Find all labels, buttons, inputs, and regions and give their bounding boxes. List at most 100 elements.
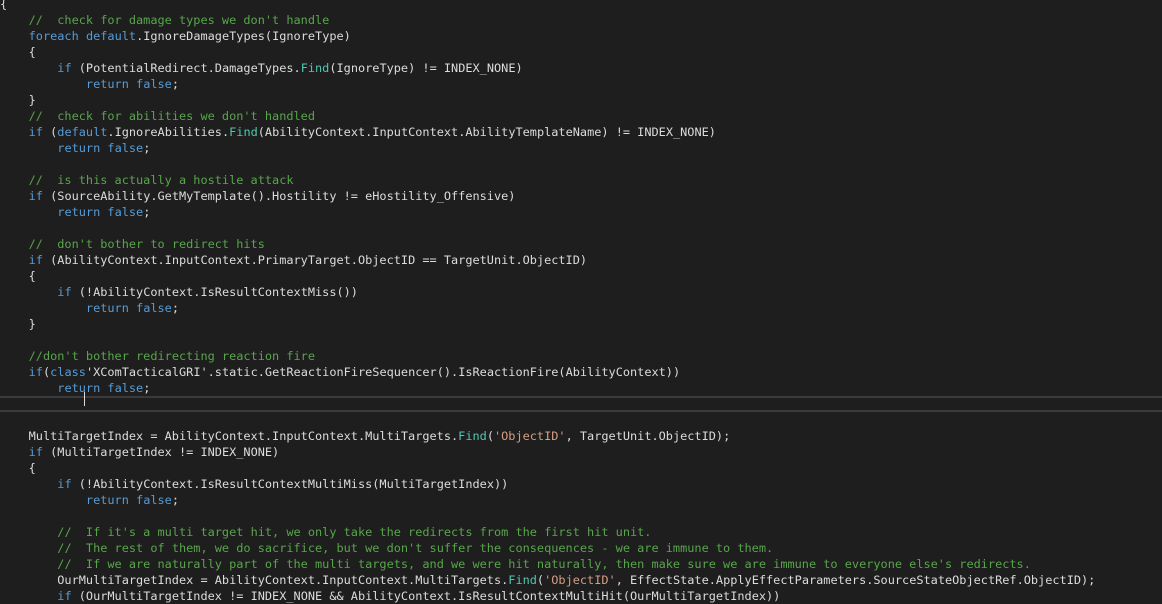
code-token: return <box>85 301 129 315</box>
code-line[interactable]: } <box>0 316 1162 332</box>
code-token: false <box>107 205 144 219</box>
code-token: { <box>0 461 36 475</box>
code-line[interactable]: // check for damage types we don't handl… <box>0 12 1162 28</box>
code-token: (SourceAbility.GetMyTemplate().Hostility… <box>42 189 516 203</box>
code-line[interactable] <box>0 220 1162 236</box>
code-token: (!AbilityContext.IsResultContextMiss()) <box>71 285 358 299</box>
code-line[interactable]: // don't bother to redirect hits <box>0 236 1162 252</box>
code-line[interactable]: OurMultiTargetIndex = AbilityContext.Inp… <box>0 572 1162 588</box>
code-token: if <box>28 365 43 379</box>
code-token: ( <box>42 125 58 139</box>
code-line[interactable]: return false; <box>0 492 1162 508</box>
code-line[interactable]: return false; <box>0 300 1162 316</box>
code-token: ; <box>143 381 151 395</box>
code-token: if <box>28 189 43 203</box>
code-line[interactable]: if(class'XComTacticalGRI'.static.GetReac… <box>0 364 1162 380</box>
text-caret <box>84 392 85 406</box>
code-line[interactable]: return false; <box>0 76 1162 92</box>
code-line[interactable]: return false; <box>0 204 1162 220</box>
code-token: } <box>0 317 36 331</box>
code-line[interactable]: // check for abilities we don't handled <box>0 108 1162 124</box>
code-token: ; <box>171 493 179 507</box>
code-token: if <box>57 285 72 299</box>
code-line[interactable] <box>0 332 1162 348</box>
code-token: return <box>57 381 101 395</box>
code-token: 'ObjectID' <box>493 429 566 443</box>
code-token: // If we are naturally part of the multi… <box>57 557 1031 571</box>
code-token: if <box>57 61 72 75</box>
code-token: .IgnoreAbilities. <box>107 125 230 139</box>
code-token: { <box>0 0 8 11</box>
code-token: false <box>136 301 172 315</box>
code-token: 'XComTacticalGRI' <box>85 365 208 379</box>
code-line[interactable]: if (default.IgnoreAbilities.Find(Ability… <box>0 124 1162 140</box>
code-token: // check for abilities we don't handled <box>28 109 315 123</box>
code-token: return <box>85 77 129 91</box>
code-line[interactable]: //don't bother redirecting reaction fire <box>0 348 1162 364</box>
code-line[interactable] <box>0 156 1162 172</box>
code-token: (MultiTargetIndex != INDEX_NONE) <box>42 445 280 459</box>
code-line[interactable]: { <box>0 460 1162 476</box>
code-token: { <box>0 45 36 59</box>
code-token: ; <box>143 141 151 155</box>
code-editor[interactable]: { // check for damage types we don't han… <box>0 0 1162 604</box>
code-line[interactable]: { <box>0 44 1162 60</box>
code-line[interactable]: // is this actually a hostile attack <box>0 172 1162 188</box>
code-line[interactable]: return false; <box>0 380 1162 396</box>
code-line[interactable]: { <box>0 0 1162 12</box>
code-line[interactable]: foreach default.IgnoreDamageTypes(Ignore… <box>0 28 1162 44</box>
code-line[interactable]: MultiTargetIndex = AbilityContext.InputC… <box>0 428 1162 444</box>
code-line[interactable]: // If we are naturally part of the multi… <box>0 556 1162 572</box>
code-line[interactable]: // The rest of them, we do sacrifice, bu… <box>0 540 1162 556</box>
code-token: if <box>28 253 43 267</box>
code-token: return <box>57 205 101 219</box>
current-line[interactable] <box>0 396 1162 412</box>
code-token: if <box>57 477 72 491</box>
code-line[interactable]: if (AbilityContext.InputContext.PrimaryT… <box>0 252 1162 268</box>
code-token: false <box>107 381 144 395</box>
code-token: 'ObjectID' <box>544 573 616 587</box>
code-line[interactable]: // If it's a multi target hit, we only t… <box>0 524 1162 540</box>
code-line[interactable]: { <box>0 268 1162 284</box>
code-token: (PotentialRedirect.DamageTypes. <box>71 61 301 75</box>
code-token: default <box>57 125 108 139</box>
code-token: // check for damage types we don't handl… <box>28 13 330 27</box>
code-token: // If it's a multi target hit, we only t… <box>57 525 652 539</box>
code-line[interactable]: if (PotentialRedirect.DamageTypes.Find(I… <box>0 60 1162 76</box>
code-token: (OurMultiTargetIndex != INDEX_NONE && Ab… <box>71 589 781 603</box>
code-token: (IgnoreType) != INDEX_NONE) <box>329 61 523 75</box>
code-token: .static.GetReactionFireSequencer().IsRea… <box>207 365 681 379</box>
code-token: if <box>28 125 43 139</box>
code-line[interactable]: if (SourceAbility.GetMyTemplate().Hostil… <box>0 188 1162 204</box>
code-line[interactable]: if (!AbilityContext.IsResultContextMiss(… <box>0 284 1162 300</box>
code-token: (AbilityContext.InputContext.PrimaryTarg… <box>42 253 588 267</box>
code-line[interactable]: if (OurMultiTargetIndex != INDEX_NONE &&… <box>0 588 1162 604</box>
code-line[interactable]: if (!AbilityContext.IsResultContextMulti… <box>0 476 1162 492</box>
code-line[interactable] <box>0 508 1162 524</box>
code-token: ; <box>171 301 179 315</box>
code-token: MultiTargetIndex = AbilityContext.InputC… <box>0 429 459 443</box>
code-line[interactable]: return false; <box>0 140 1162 156</box>
code-line[interactable]: } <box>0 92 1162 108</box>
code-token: // don't bother to redirect hits <box>28 237 265 251</box>
code-line[interactable]: if (MultiTargetIndex != INDEX_NONE) <box>0 444 1162 460</box>
code-token: ; <box>171 77 179 91</box>
code-line[interactable] <box>0 412 1162 428</box>
code-token: // The rest of them, we do sacrifice, bu… <box>57 541 774 555</box>
